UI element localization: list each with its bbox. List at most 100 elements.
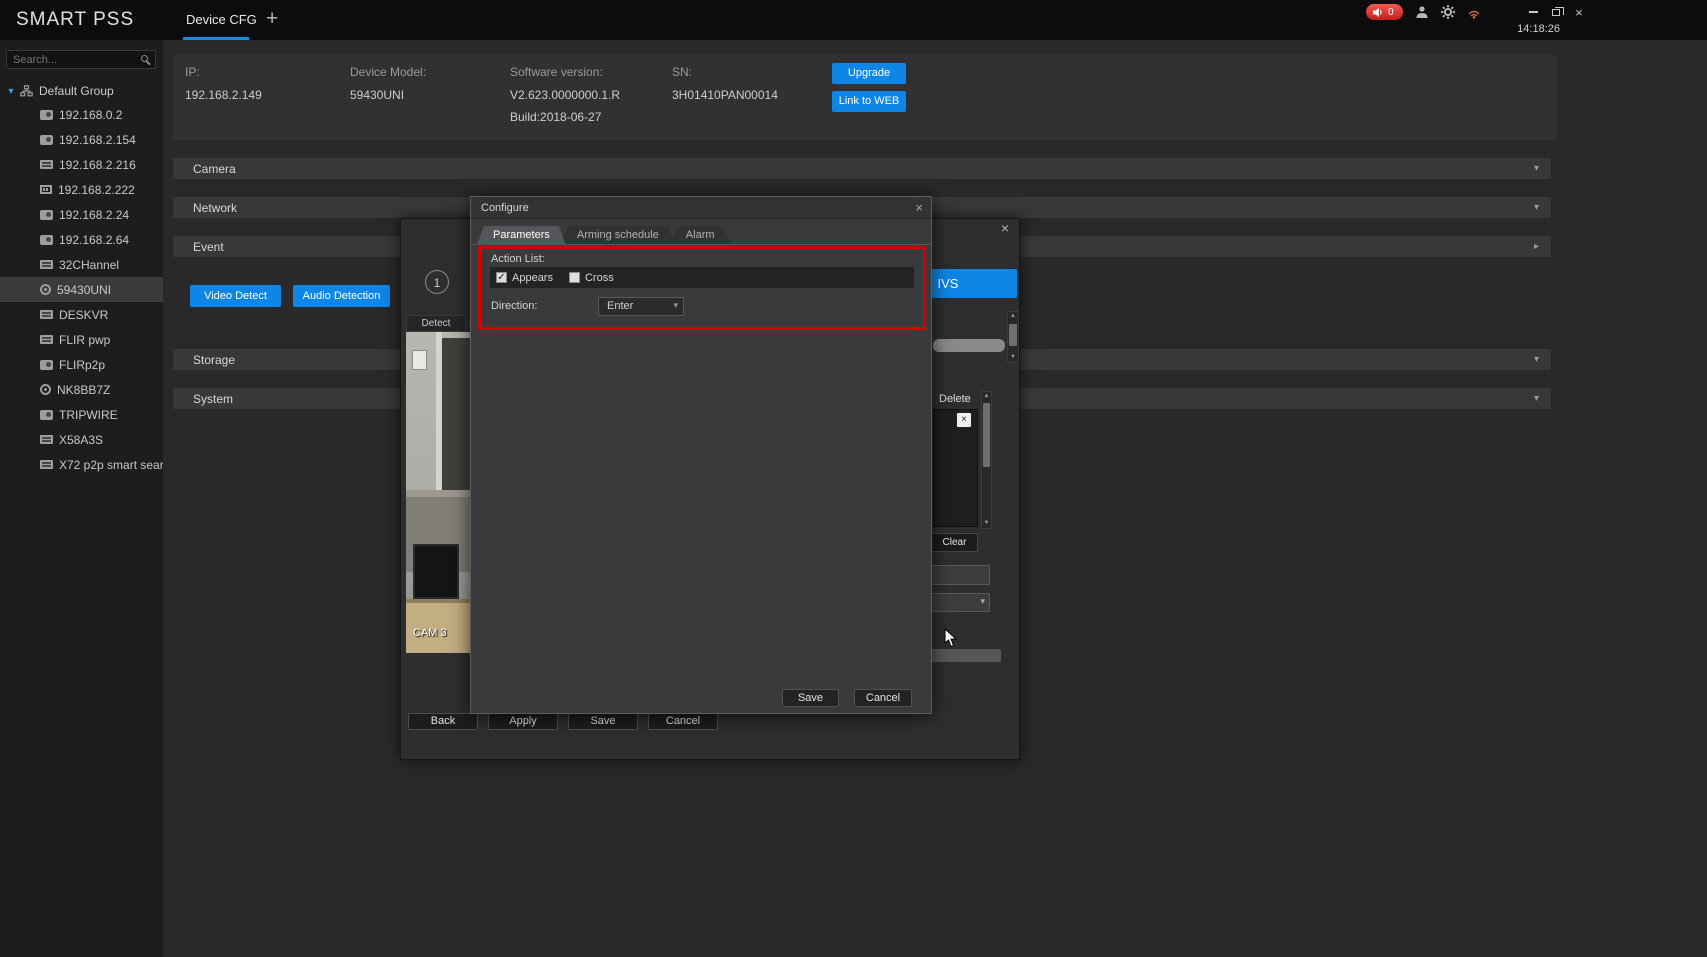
direction-dropdown[interactable]: Enter ▾ [598, 297, 684, 316]
device-label: X58A3S [59, 433, 103, 447]
device-label: 32CHannel [59, 258, 119, 272]
video-preview[interactable]: CAM 3 [406, 332, 470, 653]
audio-detection-button[interactable]: Audio Detection [293, 285, 390, 307]
checkbox-label: Appears [512, 272, 553, 284]
scroll-down-icon[interactable]: ▼ [1008, 353, 1018, 362]
apply-button[interactable]: Apply [488, 713, 558, 730]
restore-button[interactable] [1549, 4, 1563, 20]
preview-artifact [442, 338, 470, 490]
device-label: 192.168.2.154 [59, 133, 136, 147]
add-tab-button[interactable]: + [266, 0, 278, 37]
search-input[interactable] [7, 51, 155, 68]
step-indicator: 1 [425, 270, 449, 294]
direction-label: Direction: [491, 300, 537, 312]
save-button[interactable]: Save [782, 689, 839, 707]
parameter-input[interactable] [928, 565, 990, 585]
nvr-icon [40, 160, 53, 169]
scroll-up-icon[interactable]: ▲ [982, 392, 991, 401]
user-icon[interactable] [1415, 5, 1429, 19]
dome-icon [40, 384, 51, 395]
camera-icon [40, 210, 53, 220]
unchecked-checkbox-icon[interactable] [569, 272, 580, 283]
device-label: 192.168.2.216 [59, 158, 136, 172]
section-camera[interactable]: Camera▾ [173, 158, 1551, 179]
checked-checkbox-icon[interactable]: ✓ [496, 272, 507, 283]
preview-artifact [413, 544, 459, 599]
sidebar-device-59430uni[interactable]: 59430UNI [0, 277, 163, 302]
expander-icon[interactable]: ▾ [4, 86, 18, 97]
save-button[interactable]: Save [568, 713, 638, 730]
scrollbar-thumb[interactable] [933, 339, 1005, 352]
rule-listbox[interactable] [933, 409, 978, 527]
ivs-close-icon[interactable]: × [1001, 220, 1009, 236]
sidebar-device-192-168-0-2[interactable]: 192.168.0.2 [0, 102, 163, 127]
ivs-footer: Back Apply Save Cancel [401, 713, 1019, 731]
configure-dialog: Configure × ParametersArming scheduleAla… [470, 196, 932, 714]
close-button[interactable]: × [1572, 4, 1586, 20]
back-button[interactable]: Back [408, 713, 478, 730]
cancel-button[interactable]: Cancel [648, 713, 718, 730]
scrollbar-vertical[interactable]: ▲ ▼ [1007, 311, 1019, 363]
sidebar-device-x72-p2p-smart-searc[interactable]: X72 p2p smart searc [0, 452, 163, 477]
delete-label[interactable]: Delete [939, 393, 971, 405]
tab-alarm[interactable]: Alarm [670, 226, 731, 245]
scrollbar-thumb[interactable] [1009, 324, 1017, 346]
checkbox-label: Cross [585, 272, 614, 284]
scrollbar-vertical[interactable]: ▲ ▼ [981, 391, 992, 529]
sidebar-device-x58a3s[interactable]: X58A3S [0, 427, 163, 452]
alarm-badge[interactable]: 0 [1366, 4, 1403, 20]
sidebar-device-192-168-2-24[interactable]: 192.168.2.24 [0, 202, 163, 227]
minimize-button[interactable] [1526, 4, 1540, 20]
device-label: FLIRp2p [59, 358, 105, 372]
dialog-close-icon[interactable]: × [915, 197, 923, 219]
nvr-icon [40, 435, 53, 444]
parameter-select[interactable]: ▾ [928, 593, 990, 612]
gear-icon[interactable] [1441, 5, 1455, 19]
nvr-icon [40, 460, 53, 469]
tab-device-cfg[interactable]: Device CFG [186, 0, 257, 40]
action-list-label: Action List: [491, 253, 545, 265]
sidebar-device-192-168-2-216[interactable]: 192.168.2.216 [0, 152, 163, 177]
tab-parameters[interactable]: Parameters [477, 226, 566, 245]
sidebar-device-tripwire[interactable]: TRIPWIRE [0, 402, 163, 427]
group-icon [20, 85, 33, 97]
scrollbar-thumb[interactable] [931, 649, 1001, 662]
chevron-right-icon: ▸ [1534, 241, 1539, 252]
device-label: 192.168.0.2 [59, 108, 122, 122]
checkbox-appears[interactable]: ✓ Appears [496, 272, 553, 284]
video-detect-button[interactable]: Video Detect [190, 285, 281, 307]
action-list-strip: ✓ Appears Cross [490, 267, 914, 288]
group-label: Default Group [39, 84, 114, 98]
network-status-icon[interactable] [1467, 5, 1481, 19]
monitor-icon [40, 185, 52, 194]
sidebar-group-default[interactable]: ▾ Default Group [0, 80, 163, 102]
sidebar-device-192-168-2-222[interactable]: 192.168.2.222 [0, 177, 163, 202]
minimize-icon [1529, 11, 1538, 13]
checkbox-cross[interactable]: Cross [569, 272, 614, 284]
cancel-button[interactable]: Cancel [854, 689, 912, 707]
preview-artifact [412, 350, 427, 370]
scrollbar-thumb[interactable] [983, 403, 990, 467]
restore-icon [1552, 9, 1560, 16]
sidebar-device-deskvr[interactable]: DESKVR [0, 302, 163, 327]
scroll-down-icon[interactable]: ▼ [982, 519, 991, 528]
tab-arming-schedule[interactable]: Arming schedule [561, 226, 675, 245]
status-icon-cluster: 0 [1366, 4, 1481, 20]
sidebar-device-nk8bb7z[interactable]: NK8BB7Z [0, 377, 163, 402]
sidebar-device-flirp2p[interactable]: FLIRp2p [0, 352, 163, 377]
device-label: FLIR pwp [59, 333, 110, 347]
sidebar-device-192-168-2-64[interactable]: 192.168.2.64 [0, 227, 163, 252]
search-icon[interactable] [141, 55, 148, 62]
nvr-icon [40, 310, 53, 319]
sidebar-device-192-168-2-154[interactable]: 192.168.2.154 [0, 127, 163, 152]
section-label: Storage [193, 353, 235, 367]
clear-button[interactable]: Clear [931, 533, 978, 552]
chevron-down-icon: ▾ [1534, 163, 1539, 174]
mouse-cursor [944, 628, 958, 653]
sidebar-device-32channel[interactable]: 32CHannel [0, 252, 163, 277]
remove-item-icon[interactable]: × [957, 413, 971, 427]
active-tab-underline [183, 37, 249, 40]
sidebar-device-flir-pwp[interactable]: FLIR pwp [0, 327, 163, 352]
scroll-up-icon[interactable]: ▲ [1008, 312, 1018, 321]
tab-detect-region[interactable]: Detect Region [406, 315, 466, 332]
